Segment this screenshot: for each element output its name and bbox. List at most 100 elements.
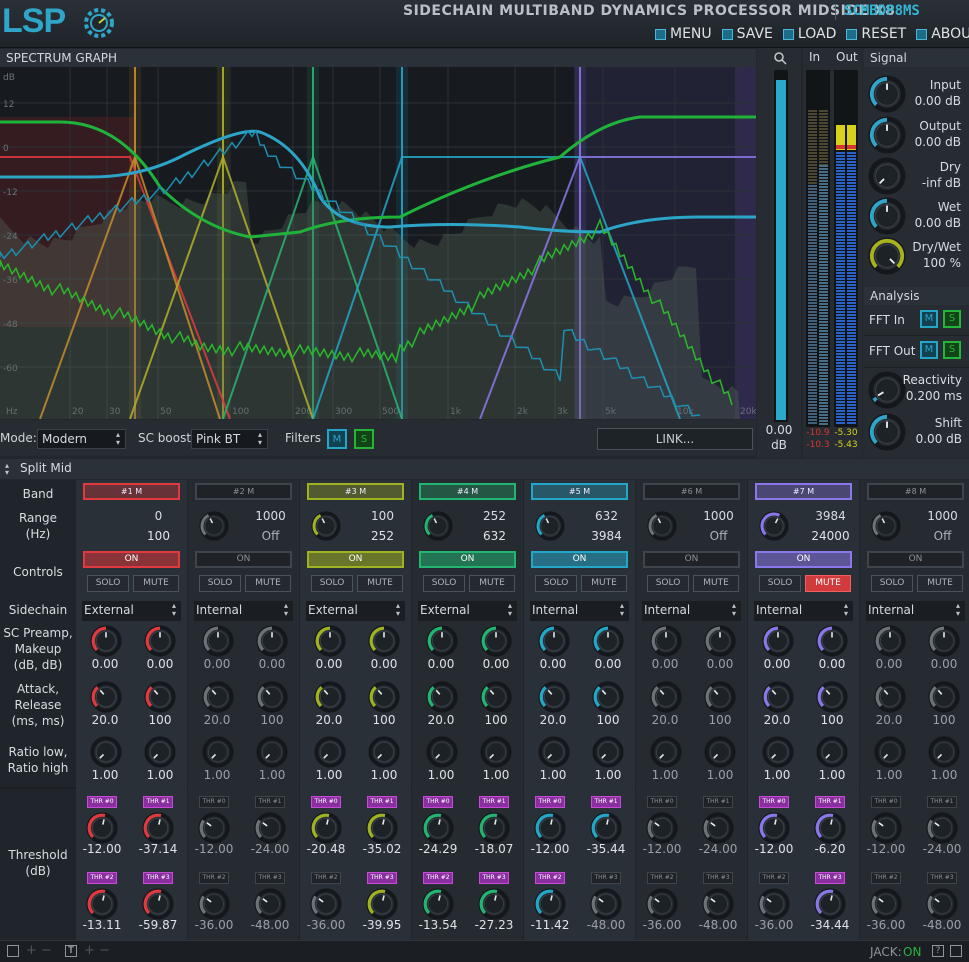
band-6-on-button[interactable]: ON <box>643 551 740 568</box>
filters-m-button[interactable]: M <box>327 429 347 449</box>
menu-item-reset[interactable]: RESET <box>846 24 906 44</box>
band-4-solo-button[interactable]: SOLO <box>423 575 465 592</box>
band-5-threshold-0-button[interactable]: THR #0 <box>535 796 565 808</box>
band-6-preamp-knob-1[interactable] <box>650 625 682 657</box>
band-4-threshold-3-knob[interactable] <box>478 888 510 920</box>
band-5-range-knob[interactable] <box>535 511 565 541</box>
band-4-threshold-3-button[interactable]: THR #3 <box>479 872 509 884</box>
band-5-preamp-knob-2[interactable] <box>592 625 624 657</box>
band-1-on-button[interactable]: ON <box>83 551 180 568</box>
menu-item-menu[interactable]: MENU <box>655 24 712 44</box>
band-2-attack-knob-1[interactable] <box>202 681 234 713</box>
band-6-threshold-0-button[interactable]: THR #0 <box>647 796 677 808</box>
font-scale-icon[interactable]: + − <box>84 943 110 958</box>
menu-item-about[interactable]: ABOUT <box>916 24 969 44</box>
band-4-button[interactable]: #4 M <box>419 483 516 500</box>
band-7-attack-knob-1[interactable] <box>762 681 794 713</box>
band-7-sidechain-select[interactable]: Internal <box>754 601 853 621</box>
band-8-sidechain-select[interactable]: Internal <box>866 601 965 621</box>
band-6-attack-knob-2[interactable] <box>704 681 736 713</box>
band-5-threshold-2-knob[interactable] <box>534 888 566 920</box>
zoom-slider[interactable] <box>774 70 788 422</box>
band-5-threshold-3-knob[interactable] <box>590 888 622 920</box>
band-4-threshold-0-knob[interactable] <box>422 812 454 844</box>
band-5-preamp-knob-1[interactable] <box>538 625 570 657</box>
band-7-ratio-knob-2[interactable] <box>816 736 848 768</box>
band-1-threshold-0-button[interactable]: THR #0 <box>87 796 117 808</box>
fft-out-s-button[interactable]: S <box>943 341 961 359</box>
signal-knob-wet[interactable] <box>868 197 906 235</box>
band-3-sidechain-select[interactable]: External <box>306 601 405 621</box>
band-1-threshold-1-button[interactable]: THR #1 <box>143 796 173 808</box>
band-2-ratio-knob-1[interactable] <box>202 736 234 768</box>
band-7-threshold-0-knob[interactable] <box>758 812 790 844</box>
band-4-threshold-1-knob[interactable] <box>478 812 510 844</box>
band-2-attack-knob-2[interactable] <box>256 681 288 713</box>
band-2-on-button[interactable]: ON <box>195 551 292 568</box>
band-7-preamp-knob-2[interactable] <box>816 625 848 657</box>
band-8-button[interactable]: #8 M <box>867 483 964 500</box>
band-4-threshold-1-button[interactable]: THR #1 <box>479 796 509 808</box>
signal-knob-dry[interactable] <box>868 157 906 195</box>
band-5-ratio-knob-2[interactable] <box>592 736 624 768</box>
resize-icon[interactable] <box>950 945 962 957</box>
band-1-threshold-0-knob[interactable] <box>86 812 118 844</box>
band-7-threshold-2-knob[interactable] <box>758 888 790 920</box>
band-4-range-knob[interactable] <box>423 511 453 541</box>
band-5-threshold-1-button[interactable]: THR #1 <box>591 796 621 808</box>
band-1-mute-button[interactable]: MUTE <box>133 575 179 592</box>
band-6-threshold-2-knob[interactable] <box>646 888 678 920</box>
band-6-attack-knob-1[interactable] <box>650 681 682 713</box>
band-3-threshold-0-button[interactable]: THR #0 <box>311 796 341 808</box>
filters-s-button[interactable]: S <box>354 429 374 449</box>
band-8-preamp-knob-2[interactable] <box>928 625 960 657</box>
band-7-attack-knob-2[interactable] <box>816 681 848 713</box>
band-8-attack-knob-1[interactable] <box>874 681 906 713</box>
band-3-threshold-0-knob[interactable] <box>310 812 342 844</box>
band-6-preamp-knob-2[interactable] <box>704 625 736 657</box>
band-5-sidechain-select[interactable]: Internal <box>530 601 629 621</box>
band-3-threshold-3-button[interactable]: THR #3 <box>367 872 397 884</box>
band-1-preamp-knob-2[interactable] <box>144 625 176 657</box>
band-2-threshold-0-button[interactable]: THR #0 <box>199 796 229 808</box>
band-3-ratio-knob-1[interactable] <box>314 736 346 768</box>
band-6-threshold-1-knob[interactable] <box>702 812 734 844</box>
band-8-threshold-0-knob[interactable] <box>870 812 902 844</box>
band-1-ratio-knob-2[interactable] <box>144 736 176 768</box>
band-8-threshold-2-knob[interactable] <box>870 888 902 920</box>
band-3-attack-knob-2[interactable] <box>368 681 400 713</box>
band-6-threshold-1-button[interactable]: THR #1 <box>703 796 733 808</box>
band-7-range-knob[interactable] <box>759 511 789 541</box>
band-1-attack-knob-1[interactable] <box>90 681 122 713</box>
band-6-button[interactable]: #6 M <box>643 483 740 500</box>
menu-item-load[interactable]: LOAD <box>782 24 836 44</box>
band-5-threshold-2-button[interactable]: THR #2 <box>535 872 565 884</box>
band-2-solo-button[interactable]: SOLO <box>199 575 241 592</box>
band-6-mute-button[interactable]: MUTE <box>693 575 739 592</box>
band-2-ratio-knob-2[interactable] <box>256 736 288 768</box>
band-6-threshold-3-knob[interactable] <box>702 888 734 920</box>
scboost-select[interactable]: Pink BT <box>191 429 268 449</box>
band-7-threshold-1-knob[interactable] <box>814 812 846 844</box>
band-3-threshold-2-knob[interactable] <box>310 888 342 920</box>
text-size-icon[interactable]: T <box>65 945 77 957</box>
band-8-ratio-knob-2[interactable] <box>928 736 960 768</box>
band-7-button[interactable]: #7 M <box>755 483 852 500</box>
band-3-preamp-knob-1[interactable] <box>314 625 346 657</box>
band-3-ratio-knob-2[interactable] <box>368 736 400 768</box>
band-3-button[interactable]: #3 M <box>307 483 404 500</box>
band-3-solo-button[interactable]: SOLO <box>311 575 353 592</box>
band-6-solo-button[interactable]: SOLO <box>647 575 689 592</box>
band-8-solo-button[interactable]: SOLO <box>871 575 913 592</box>
band-6-threshold-3-button[interactable]: THR #3 <box>703 872 733 884</box>
band-7-mute-button[interactable]: MUTE <box>805 575 851 592</box>
band-3-attack-knob-1[interactable] <box>314 681 346 713</box>
band-8-threshold-2-button[interactable]: THR #2 <box>871 872 901 884</box>
window-icon[interactable] <box>7 945 19 957</box>
link-button[interactable]: LINK... <box>597 428 753 450</box>
band-6-sidechain-select[interactable]: Internal <box>642 601 741 621</box>
band-2-threshold-0-knob[interactable] <box>198 812 230 844</box>
band-5-on-button[interactable]: ON <box>531 551 628 568</box>
band-4-ratio-knob-2[interactable] <box>480 736 512 768</box>
band-3-threshold-1-button[interactable]: THR #1 <box>367 796 397 808</box>
